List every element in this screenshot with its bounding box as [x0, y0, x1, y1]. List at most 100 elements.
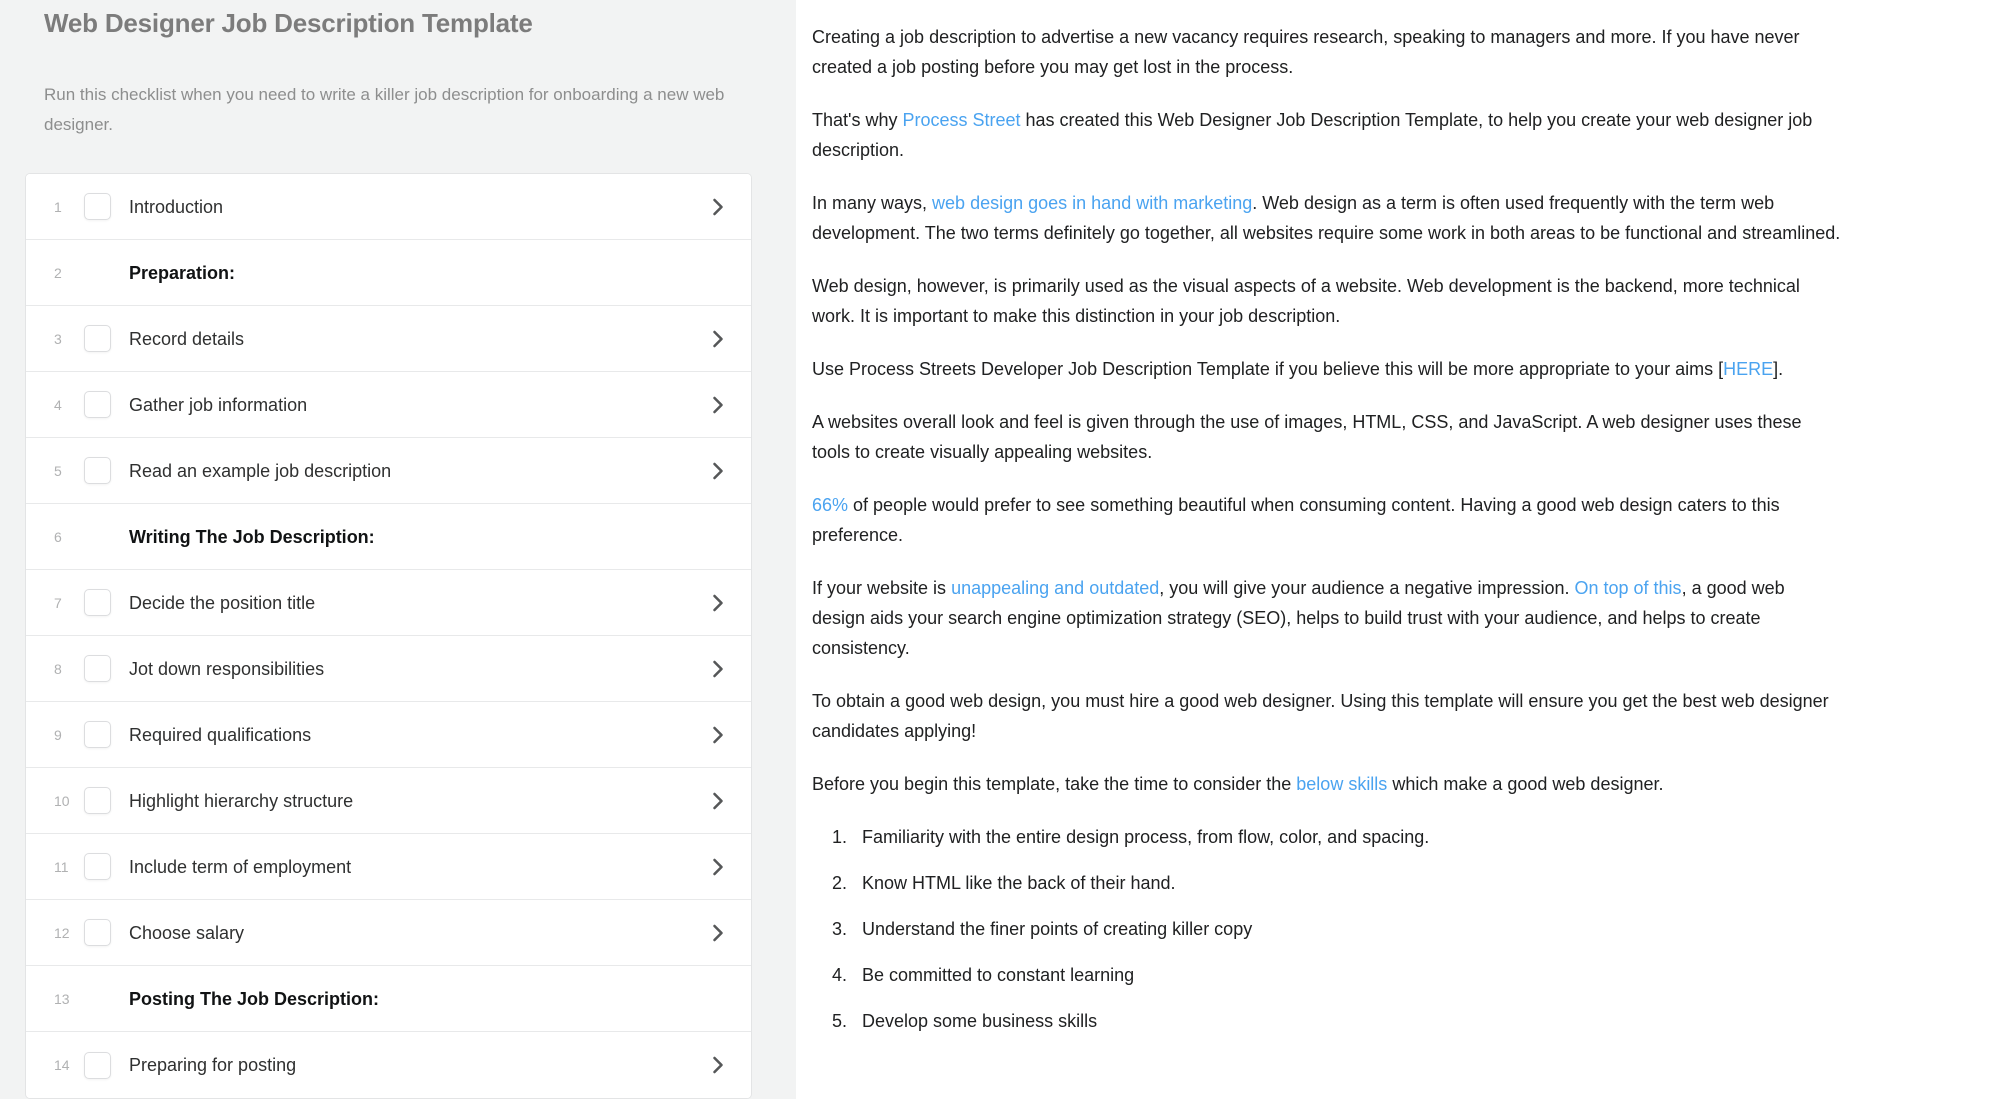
- chevron-right-icon[interactable]: [707, 724, 729, 746]
- chevron-right-icon[interactable]: [707, 460, 729, 482]
- skill-list-item: Understand the finer points of creating …: [852, 914, 1842, 944]
- task-label: Read an example job description: [129, 460, 392, 481]
- task-index: 9: [54, 726, 62, 743]
- content-text: Before you begin this template, take the…: [812, 774, 1297, 794]
- task-label: Choose salary: [129, 922, 245, 943]
- task-label: Record details: [129, 328, 245, 349]
- task-row[interactable]: 4 Gather job information: [26, 372, 751, 438]
- task-index: 6: [54, 528, 62, 545]
- content-link[interactable]: 66%: [812, 495, 848, 515]
- task-checkbox[interactable]: [84, 787, 111, 814]
- task-label: Preparation:: [129, 262, 236, 283]
- task-row[interactable]: 8 Jot down responsibilities: [26, 636, 751, 702]
- task-label: Jot down responsibilities: [129, 658, 325, 679]
- chevron-right-icon[interactable]: [707, 658, 729, 680]
- task-checkbox[interactable]: [84, 325, 111, 352]
- task-checkbox[interactable]: [84, 853, 111, 880]
- task-index: 1: [54, 198, 62, 215]
- content-link[interactable]: below skills: [1296, 774, 1387, 794]
- content-link[interactable]: web design goes in hand with marketing: [932, 193, 1252, 213]
- task-content-panel: Creating a job description to advertise …: [796, 0, 1999, 1099]
- task-row[interactable]: 5 Read an example job description: [26, 438, 751, 504]
- skill-list-item: Develop some business skills: [852, 1006, 1842, 1036]
- content-text: ].: [1773, 359, 1784, 379]
- task-index: 14: [54, 1057, 70, 1073]
- content-paragraph: Web design, however, is primarily used a…: [812, 271, 1842, 331]
- content-text: which make a good web designer.: [1387, 774, 1664, 794]
- chevron-right-icon[interactable]: [707, 790, 729, 812]
- chevron-right-icon[interactable]: [707, 1054, 729, 1076]
- task-label: Highlight hierarchy structure: [129, 790, 354, 811]
- checklist-sidebar: Web Designer Job Description Template Ru…: [0, 0, 796, 1099]
- task-index: 2: [54, 264, 62, 281]
- task-label: Preparing for posting: [129, 1055, 297, 1075]
- task-checkbox[interactable]: [84, 655, 111, 682]
- task-index: 4: [54, 396, 62, 413]
- task-checkbox[interactable]: [84, 391, 111, 418]
- content-text: In many ways,: [812, 193, 933, 213]
- content-link[interactable]: Process Street: [902, 110, 1020, 130]
- task-checkbox[interactable]: [84, 457, 111, 484]
- content-text: of people would prefer to see something …: [812, 495, 1780, 545]
- chevron-right-icon[interactable]: [707, 856, 729, 878]
- content-text: Web design, however, is primarily used a…: [812, 276, 1800, 326]
- skill-list-item: Know HTML like the back of their hand.: [852, 868, 1842, 898]
- chevron-right-icon[interactable]: [707, 196, 729, 218]
- task-index: 11: [54, 858, 69, 875]
- content-text: That's why: [812, 110, 903, 130]
- task-label: Posting The Job Description:: [129, 988, 380, 1009]
- content-text: If your website is: [812, 578, 952, 598]
- chevron-right-icon[interactable]: [707, 328, 729, 350]
- task-checkbox[interactable]: [84, 589, 111, 616]
- content-link[interactable]: On top of this: [1575, 578, 1682, 598]
- task-label: Introduction: [129, 196, 224, 217]
- content-paragraph: Use Process Streets Developer Job Descri…: [812, 354, 1842, 384]
- chevron-right-icon[interactable]: [707, 394, 729, 416]
- content-paragraph: Creating a job description to advertise …: [812, 22, 1842, 82]
- content-paragraph: To obtain a good web design, you must hi…: [812, 686, 1842, 746]
- task-index: 5: [54, 462, 62, 479]
- chevron-right-icon[interactable]: [707, 922, 729, 944]
- chevron-right-icon[interactable]: [707, 592, 729, 614]
- skill-list-item: Familiarity with the entire design proce…: [852, 822, 1842, 852]
- task-row[interactable]: 1 Introduction: [26, 174, 751, 240]
- task-section-header[interactable]: 2 Preparation:: [26, 240, 751, 306]
- content-body: Creating a job description to advertise …: [812, 22, 1842, 1036]
- task-index: 13: [54, 990, 70, 1007]
- task-checkbox[interactable]: [84, 919, 111, 946]
- content-paragraph: Before you begin this template, take the…: [812, 769, 1842, 799]
- task-row[interactable]: 9 Required qualifications: [26, 702, 751, 768]
- task-label: Include term of employment: [129, 856, 352, 877]
- task-index: 8: [54, 660, 62, 677]
- task-checkbox[interactable]: [84, 1051, 111, 1079]
- task-row[interactable]: 11 Include term of employment: [26, 834, 751, 900]
- content-text: , you will give your audience a negative…: [1159, 578, 1575, 598]
- task-row[interactable]: 10 Highlight hierarchy structure: [26, 768, 751, 834]
- task-label: Gather job information: [129, 394, 308, 415]
- task-row[interactable]: 14 Preparing for posting: [26, 1032, 751, 1098]
- task-section-header[interactable]: 6 Writing The Job Description:: [26, 504, 751, 570]
- task-row[interactable]: 7 Decide the position title: [26, 570, 751, 636]
- content-paragraph: In many ways, web design goes in hand wi…: [812, 188, 1842, 248]
- content-paragraph: If your website is unappealing and outda…: [812, 573, 1842, 663]
- task-index: 3: [54, 330, 62, 347]
- content-paragraph: That's why Process Street has created th…: [812, 105, 1842, 165]
- checklist-description: Run this checklist when you need to writ…: [44, 85, 725, 134]
- task-label: Required qualifications: [129, 724, 312, 745]
- task-label: Decide the position title: [129, 592, 316, 613]
- task-label: Writing The Job Description:: [129, 526, 375, 547]
- content-paragraph: A websites overall look and feel is give…: [812, 407, 1842, 467]
- checklist-page: Web Designer Job Description Template Ru…: [0, 0, 1999, 1099]
- task-checkbox[interactable]: [84, 721, 111, 748]
- content-link[interactable]: unappealing and outdated: [951, 578, 1159, 598]
- page-title: Web Designer Job Description Template: [44, 8, 533, 38]
- content-paragraph: 66% of people would prefer to see someth…: [812, 490, 1842, 550]
- task-row[interactable]: 3 Record details: [26, 306, 751, 372]
- task-row[interactable]: 12 Choose salary: [26, 900, 751, 966]
- content-text: Creating a job description to advertise …: [812, 27, 1800, 77]
- task-section-header[interactable]: 13 Posting The Job Description:: [26, 966, 751, 1032]
- content-text: A websites overall look and feel is give…: [812, 412, 1802, 462]
- task-checkbox[interactable]: [84, 193, 111, 220]
- content-link[interactable]: HERE: [1723, 359, 1773, 379]
- skills-ordered-list: Familiarity with the entire design proce…: [852, 822, 1842, 1036]
